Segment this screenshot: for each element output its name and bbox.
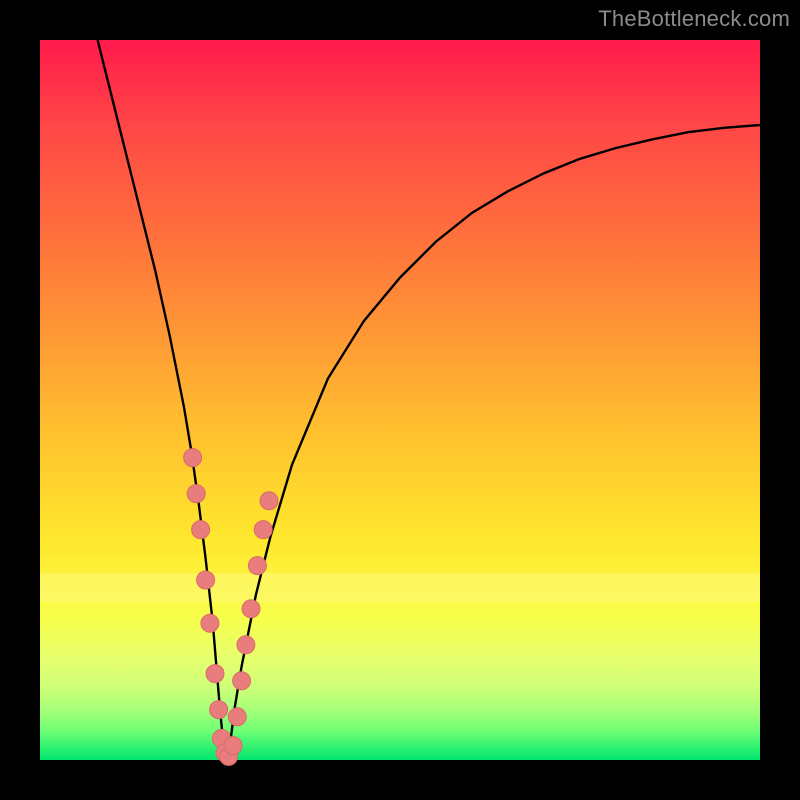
- marker-point: [224, 737, 242, 755]
- marker-point: [254, 521, 272, 539]
- marker-point: [248, 557, 266, 575]
- marker-point: [210, 701, 228, 719]
- marker-point: [197, 571, 215, 589]
- watermark-text: TheBottleneck.com: [598, 6, 790, 32]
- plot-svg: [40, 40, 760, 760]
- marker-point: [228, 708, 246, 726]
- marker-point: [201, 614, 219, 632]
- marker-point: [242, 600, 260, 618]
- chart-frame: TheBottleneck.com: [0, 0, 800, 800]
- marker-point: [187, 485, 205, 503]
- marker-point: [206, 665, 224, 683]
- marker-point: [260, 492, 278, 510]
- plot-area: [40, 40, 760, 760]
- marker-point: [184, 449, 202, 467]
- bottleneck-v-curve: [98, 40, 760, 760]
- highlight-markers: [184, 449, 278, 766]
- marker-point: [192, 521, 210, 539]
- marker-point: [237, 636, 255, 654]
- marker-point: [233, 672, 251, 690]
